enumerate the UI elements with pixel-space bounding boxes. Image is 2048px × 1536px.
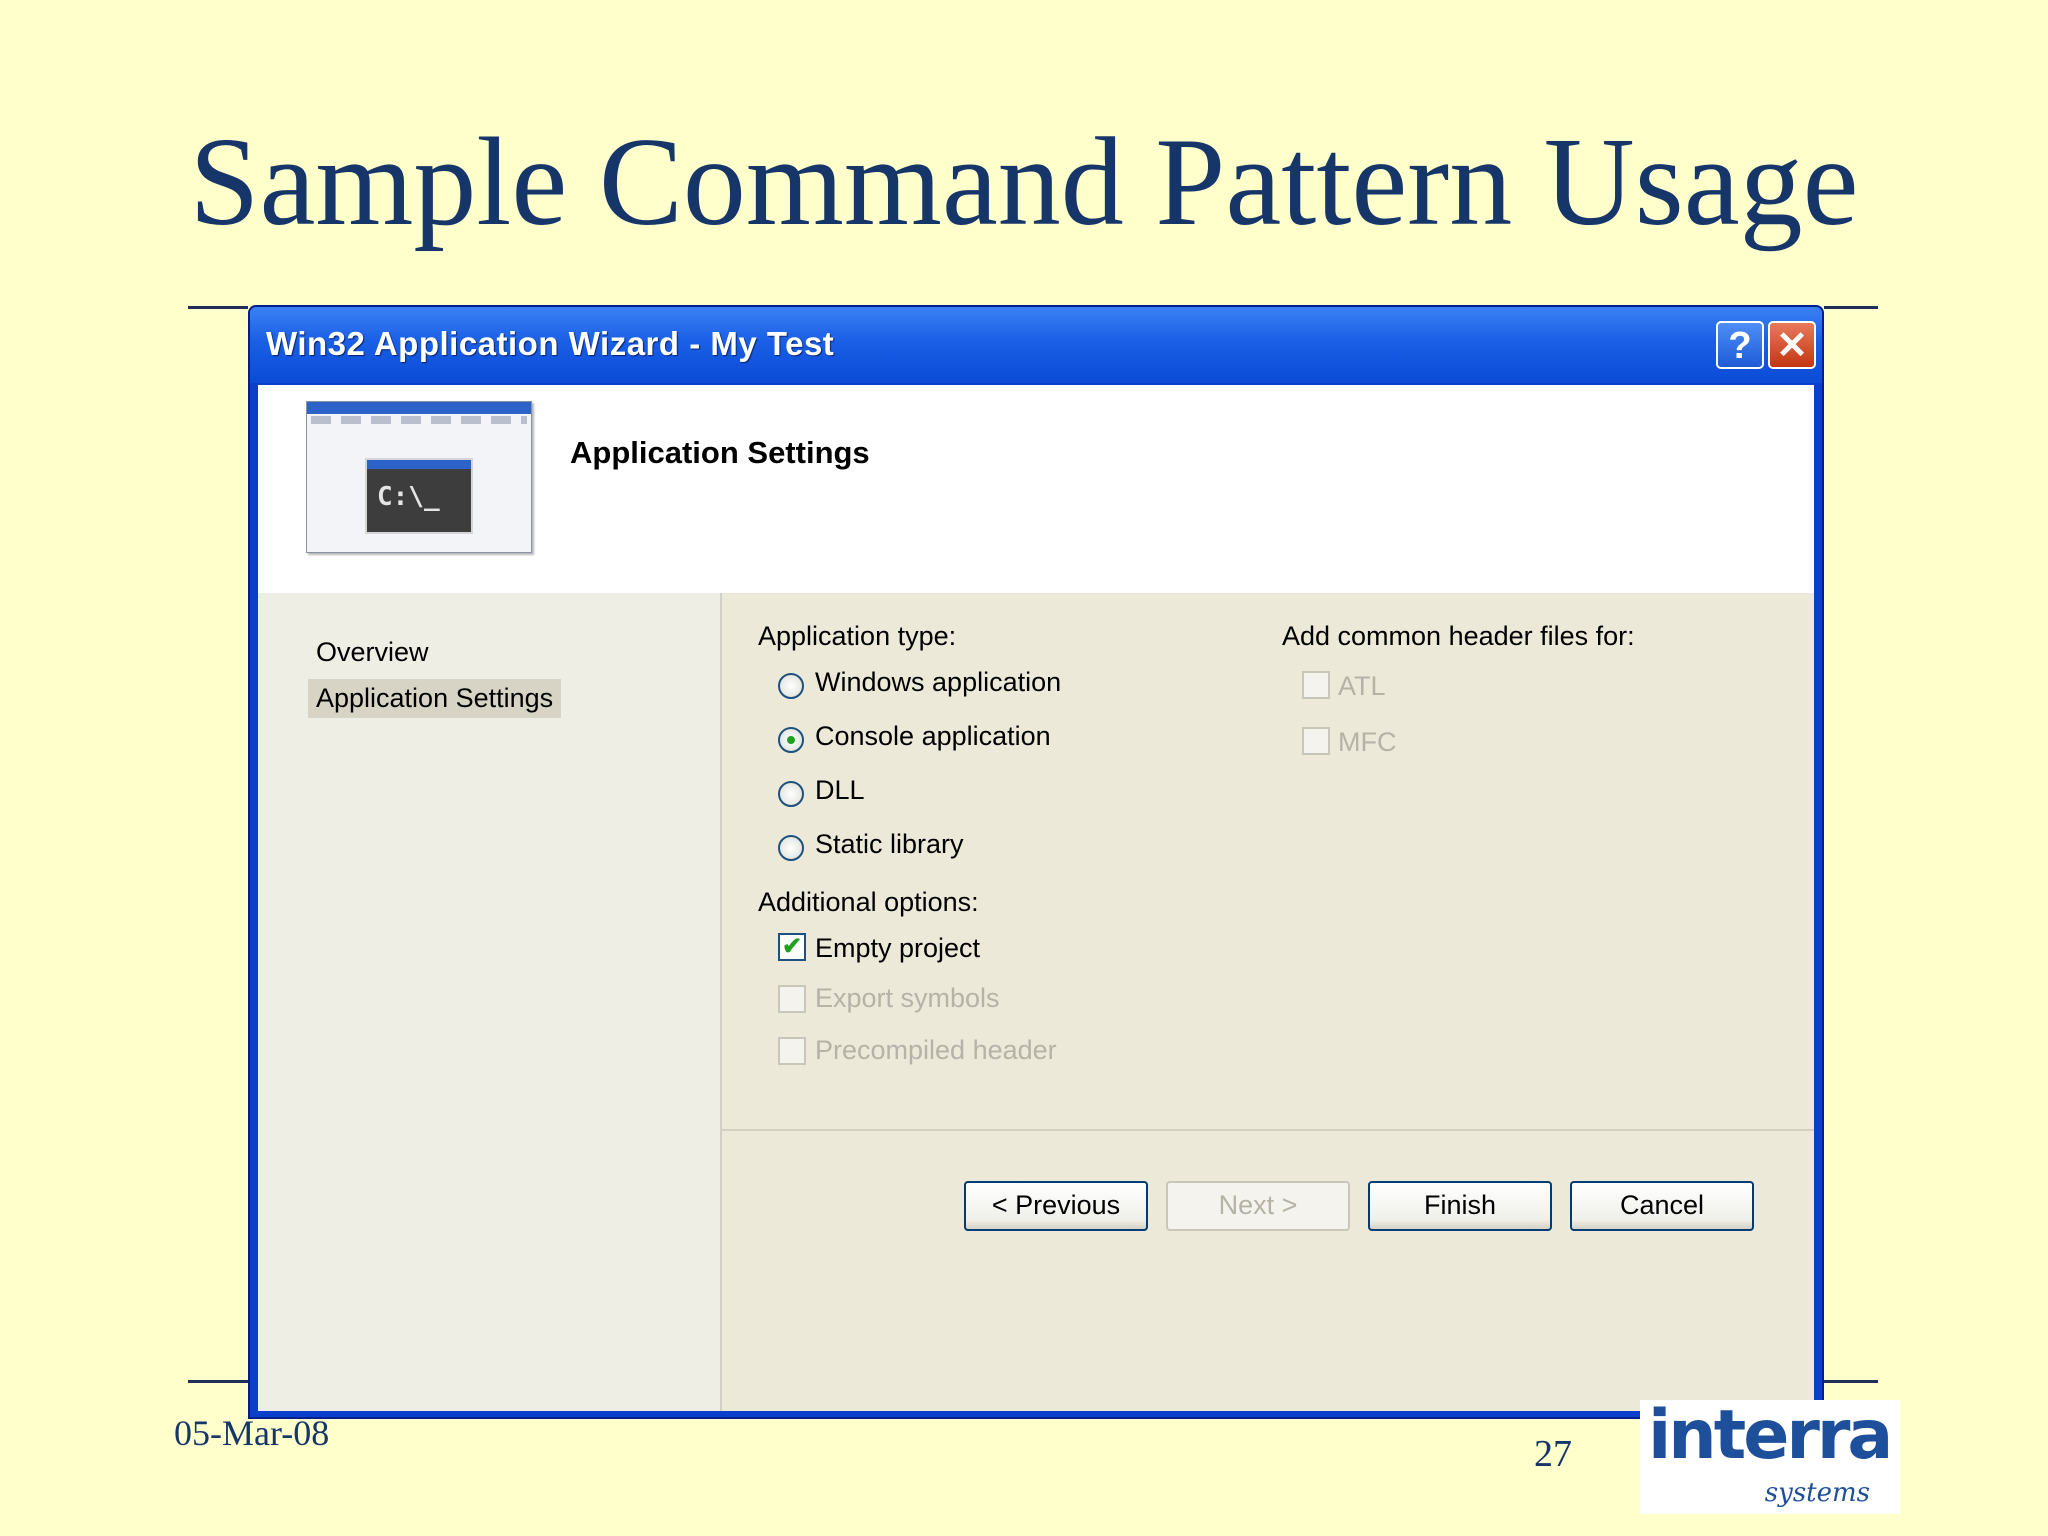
application-type-label: Application type: [758,621,957,651]
wizard-header: C:\_ Application Settings [258,385,1814,593]
button-bar-divider [722,1129,1814,1131]
radio-windows-application[interactable] [778,673,804,699]
static-library-label[interactable]: Static library [815,829,964,860]
bottom-divider-left [188,1380,248,1383]
bottom-divider-right [1824,1380,1878,1383]
thumbnail-titlebar [307,402,531,414]
precompiled-header-label: Precompiled header [815,1035,1057,1065]
header-files-label: Add common header files for: [1282,621,1635,651]
nav-item-application-settings[interactable]: Application Settings [308,679,562,718]
console-titlebar [367,460,471,469]
precompiled-header-checkbox [778,1037,806,1065]
windows-application-label[interactable]: Windows application [815,667,1061,698]
win32-application-wizard-dialog: Win32 Application Wizard - My Test ? ✕ C… [248,305,1824,1419]
check-mark-icon: ✔ [781,933,803,960]
slide-title: Sample Command Pattern Usage [189,113,1859,252]
empty-project-label[interactable]: Empty project [815,933,980,964]
wizard-page-title: Application Settings [570,435,870,470]
mfc-checkbox [1302,727,1330,755]
wizard-nav-pane: Overview Application Settings [258,593,722,1411]
console-app-thumbnail: C:\_ [306,401,532,553]
slide-page-number: 27 [1534,1433,1572,1475]
finish-button[interactable]: Finish [1368,1181,1552,1231]
previous-button[interactable]: < Previous [964,1181,1148,1231]
console-prompt: C:\_ [377,482,440,512]
nav-item-overview[interactable]: Overview [308,633,437,672]
logo-wordmark: interra [1648,1396,1893,1475]
thumbnail-menubar [311,416,527,424]
dialog-client-area: C:\_ Application Settings Overview Appli… [258,385,1814,1411]
cancel-button[interactable]: Cancel [1570,1181,1754,1231]
wizard-settings-pane: Application type: Windows application Co… [722,593,1814,1411]
logo-subtitle: systems [1764,1478,1870,1508]
console-application-label[interactable]: Console application [815,721,1051,752]
interra-systems-logo: interra systems [1640,1396,1900,1514]
export-symbols-label: Export symbols [815,983,1000,1013]
help-button[interactable]: ? [1716,321,1764,369]
dll-label[interactable]: DLL [815,775,865,806]
close-button[interactable]: ✕ [1768,321,1816,369]
console-window-icon: C:\_ [365,458,473,534]
mfc-label: MFC [1338,727,1397,757]
slide-date: 05-Mar-08 [174,1413,330,1453]
dialog-titlebar[interactable]: Win32 Application Wizard - My Test ? ✕ [250,307,1822,383]
top-divider-right [1824,306,1878,309]
additional-options-label: Additional options: [758,887,979,917]
atl-label: ATL [1338,671,1386,701]
empty-project-checkbox[interactable]: ✔ [778,933,806,961]
radio-dll[interactable] [778,781,804,807]
radio-static-library[interactable] [778,835,804,861]
next-button: Next > [1166,1181,1350,1231]
close-icon: ✕ [1776,325,1808,367]
top-divider-left [188,306,248,309]
export-symbols-checkbox [778,985,806,1013]
atl-checkbox [1302,671,1330,699]
radio-console-application[interactable] [778,727,804,753]
dialog-title: Win32 Application Wizard - My Test [266,325,835,362]
help-icon: ? [1728,325,1752,367]
